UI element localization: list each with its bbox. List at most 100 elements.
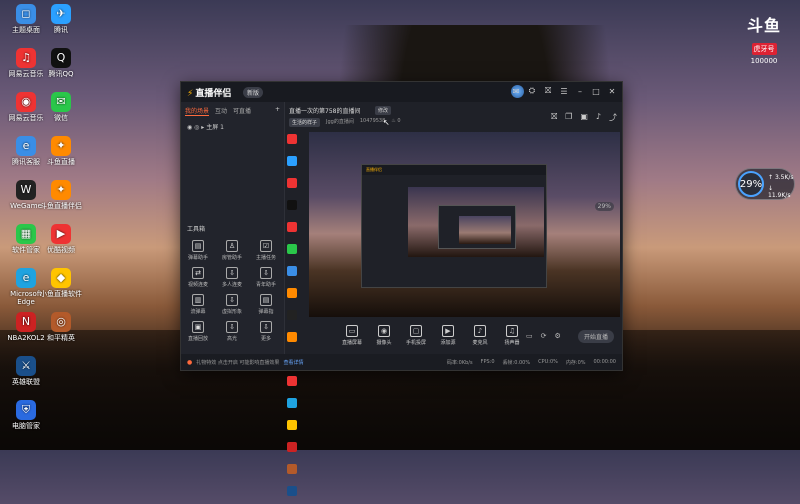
toolbox-item[interactable]: ⇩ 高光 [215, 321, 249, 342]
source-icon[interactable] [287, 310, 297, 320]
ticket-icon[interactable]: ▣ [580, 112, 588, 123]
message-icon[interactable]: ✉ [510, 85, 522, 97]
stream-header: 直播一次的第758的直播间 修改 生活的样子 Jgg的直播间 10479538 … [289, 104, 619, 128]
shirt-icon[interactable]: ⛭ [526, 85, 538, 97]
source-icon[interactable] [287, 288, 297, 298]
nested-preview [408, 187, 544, 257]
stream-preview[interactable]: 直播伴侣 29% [309, 132, 620, 317]
edit-title-button[interactable]: 修改 [375, 106, 392, 115]
source-control[interactable]: ♫ 扬声器 [501, 325, 523, 347]
status-bar: ● 礼物特效 点击开启 可能影响直播效果 查看详情 码率:0Kb/s FPS:0 丢… [181, 354, 622, 370]
desktop-icon-label: 斗鱼直播 [47, 158, 75, 166]
source-icon[interactable] [287, 398, 297, 408]
toolbox-item[interactable]: ☑ 主播任务 [249, 240, 283, 261]
bell-icon[interactable]: ♪ [596, 112, 601, 123]
toolbox-item[interactable]: ⇩ 虚拟形象 [215, 294, 249, 315]
source-icon[interactable] [287, 376, 297, 386]
tab-interact[interactable]: 互动 [215, 106, 227, 116]
desktop-icon[interactable]: Q 腾讯QQ [37, 48, 85, 78]
control-icon: ▢ [410, 325, 422, 337]
source-control[interactable]: ▶ 添加源 [437, 325, 459, 347]
settings-icon[interactable]: ☰ [558, 85, 570, 97]
gift-icon[interactable]: ⛝ [542, 85, 554, 97]
fans-count: ♨ 0 [391, 118, 401, 124]
desktop-icon[interactable]: ✉ 微信 [37, 92, 85, 122]
toolbox-item[interactable]: ⇩ 青年助手 [249, 267, 283, 288]
desktop-icon[interactable]: ◆ 小鱼直播软件 [37, 268, 85, 298]
stream-stats: 码率:0Kb/s FPS:0 丢帧:0.00% CPU:0% 内存:0% 00:00:00 [447, 359, 622, 366]
tool-icon: ⇩ [226, 294, 238, 306]
source-icon[interactable] [287, 332, 297, 342]
toolbox-item[interactable]: ♙ 房管助手 [215, 240, 249, 261]
nested-title: 直播伴侣 [362, 165, 546, 175]
layers-icon[interactable]: ❐ [565, 112, 572, 123]
toolbox-item[interactable]: ⇩ 多人连麦 [215, 267, 249, 288]
source-icon[interactable] [287, 200, 297, 210]
source-icon[interactable] [287, 420, 297, 430]
tab-scenes[interactable]: 我的场景 [185, 106, 210, 116]
control-icon: ◉ [378, 325, 390, 337]
share-icon[interactable]: ⤴ [609, 112, 617, 123]
stat-item: 码率:0Kb/s [446, 359, 473, 366]
toolbox-item[interactable]: ⇩ 更多 [249, 321, 283, 342]
settings-icon[interactable]: ⚙ [555, 332, 561, 340]
toolbox-item[interactable]: ▣ 直播回放 [181, 321, 215, 342]
toolbox-item[interactable]: ⇄ 视频连麦 [181, 267, 215, 288]
desktop-icon[interactable]: ⛨ 电脑管家 [2, 400, 50, 430]
source-icon[interactable] [287, 178, 297, 188]
source-icon[interactable] [287, 266, 297, 276]
desktop-icon[interactable]: ⚔ 英雄联盟 [2, 356, 50, 386]
source-icon[interactable] [287, 222, 297, 232]
stat-item: FPS:0 [480, 358, 495, 365]
desktop-icon-label: 斗鱼直播伴侣 [40, 202, 82, 210]
toolbox-item[interactable]: ▥ 流弹幕 [181, 294, 215, 315]
tool-label: 青年助手 [255, 282, 276, 288]
desktop-icon-label: 和平精英 [47, 334, 75, 342]
desktop-icon[interactable]: ◎ 和平精英 [37, 312, 85, 342]
maximize-icon[interactable]: □ [590, 85, 602, 97]
toolbox-item[interactable]: ▤ 弹幕助手 [181, 240, 215, 261]
toolbox-item[interactable]: ▤ 弹幕指 [249, 294, 283, 315]
source-control[interactable]: ▭ 直播屏幕 [341, 325, 363, 347]
record-icon[interactable]: ▭ [526, 332, 533, 340]
control-icon: ▭ [346, 325, 358, 337]
tool-icon: ⇄ [192, 267, 204, 279]
minimize-icon[interactable]: – [574, 85, 586, 97]
cpu-percent: 29% [738, 171, 764, 197]
desktop-icon[interactable]: ✦ 斗鱼直播 [37, 136, 85, 166]
version-badge[interactable]: 新版 [243, 87, 264, 98]
desktop-icon[interactable]: ✦ 斗鱼直播伴侣 [37, 180, 85, 210]
tab-live[interactable]: 可直播 [233, 106, 251, 116]
desktop-icon-label: 腾讯 [54, 26, 68, 34]
notice-link[interactable]: 查看详情 [283, 359, 303, 366]
source-control[interactable]: ◉ 摄像头 [373, 325, 395, 347]
source-control[interactable]: ▢ 手机投屏 [405, 325, 427, 347]
gift-icon[interactable]: ⛝ [551, 112, 557, 123]
source-icon[interactable] [287, 486, 297, 496]
brand-logo: 斗鱼 虎牙号 100000 [740, 12, 788, 65]
source-icon[interactable] [287, 244, 297, 254]
app-icon: ✦ [51, 136, 71, 156]
title-bar[interactable]: ⚡ 直播伴侣 新版 ✉ ⛭ ⛝ ☰ – □ ✕ [181, 82, 622, 102]
brand-number: 100000 [750, 57, 778, 65]
tool-icon: ▣ [192, 321, 204, 333]
source-icon[interactable] [287, 156, 297, 166]
scene-item[interactable]: ◉ ◎ ▸ 主屏 1 [181, 120, 284, 133]
source-icon[interactable] [287, 442, 297, 452]
start-live-button[interactable]: 开始直播 [578, 330, 615, 343]
tool-icon: ⇩ [226, 267, 238, 279]
category-badge[interactable]: 生活的样子 [289, 118, 321, 127]
source-icon[interactable] [287, 464, 297, 474]
nested-window: 直播伴侣 [361, 164, 547, 288]
desktop-icon[interactable]: ▶ 优酷视频 [37, 224, 85, 254]
close-icon[interactable]: ✕ [606, 85, 618, 97]
source-control[interactable]: ♪ 麦克风 [469, 325, 491, 347]
app-icon: ◆ [51, 268, 71, 288]
network-gauge[interactable]: 29% ↑ 3.5K/s ↓ 11.9K/s [735, 168, 795, 200]
refresh-icon[interactable]: ⟳ [541, 332, 547, 340]
live-assistant-window: ⚡ 直播伴侣 新版 ✉ ⛭ ⛝ ☰ – □ ✕ 我的场景 互动 可直播 + ◉ ◎… [180, 81, 623, 496]
desktop-icon-label: 电脑管家 [12, 422, 40, 430]
desktop-icon[interactable]: ✈ 腾讯 [37, 4, 85, 34]
source-icon[interactable] [287, 134, 297, 144]
add-scene-icon[interactable]: + [275, 106, 280, 116]
